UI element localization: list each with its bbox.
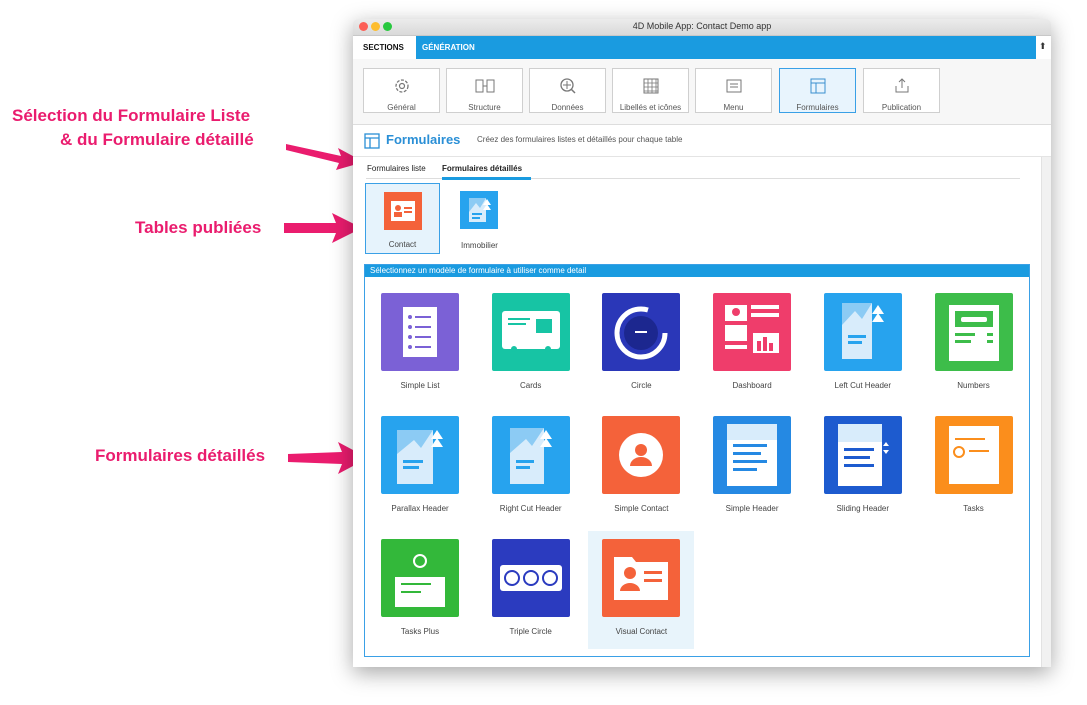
template-tile[interactable]: Dashboard <box>699 285 805 403</box>
toolbar-structure-label: Structure <box>468 103 501 112</box>
toolbar-publication-label: Publication <box>881 103 922 112</box>
title-bar: 4D Mobile App: Contact Demo app <box>353 19 1051 36</box>
template-label: Cards <box>520 381 542 390</box>
toolbar-labels-label: Libellés et icônes <box>619 103 682 112</box>
section-bar: SECTIONS GÉNÉRATION ⬆ <box>353 36 1051 59</box>
template-label: Circle <box>631 381 652 390</box>
template-tile[interactable]: Tasks <box>921 408 1027 526</box>
toolbar-forms-button[interactable]: Formulaires <box>779 68 856 113</box>
arrow-icon <box>284 213 362 243</box>
data-icon <box>559 78 576 94</box>
menu-icon <box>726 79 741 93</box>
tab-sections[interactable]: SECTIONS <box>356 36 411 59</box>
template-label: Tasks <box>963 504 984 513</box>
template-label: Parallax Header <box>391 504 449 513</box>
tab-generation-bar[interactable]: GÉNÉRATION <box>416 36 1036 59</box>
numbers-template-icon <box>934 293 1013 371</box>
toolbar-labels-button[interactable]: Libellés et icônes <box>612 68 689 113</box>
toolbar-menu-label: Menu <box>723 103 744 112</box>
gear-icon <box>394 79 409 93</box>
template-panel: Sélectionnez un modèle de formulaire à u… <box>364 264 1030 657</box>
tab-detail-forms[interactable]: Formulaires détaillés <box>442 164 522 173</box>
page-title: Formulaires <box>386 132 461 147</box>
annotation-forms: Formulaires détaillés <box>95 446 266 465</box>
template-tile[interactable]: Simple Contact <box>588 408 694 526</box>
toolbar-general-label: Général <box>387 103 416 112</box>
toolbar-publication-button[interactable]: Publication <box>863 68 940 113</box>
cards-template-icon <box>491 293 570 371</box>
toolbar-forms-label: Formulaires <box>796 103 839 112</box>
template-label: Dashboard <box>732 381 772 390</box>
toolbar-structure-button[interactable]: Structure <box>446 68 523 113</box>
simple-list-template-icon <box>381 293 459 371</box>
tab-list-forms[interactable]: Formulaires liste <box>367 164 426 173</box>
template-label: Simple List <box>400 381 440 390</box>
toolbar-general-button[interactable]: Général <box>363 68 440 113</box>
app-window: 4D Mobile App: Contact Demo app SECTIONS… <box>353 19 1051 667</box>
template-tile[interactable]: Cards <box>478 285 584 403</box>
template-label: Triple Circle <box>509 627 552 636</box>
template-label: Right Cut Header <box>499 504 562 513</box>
tab-selected-indicator <box>442 177 531 180</box>
table-immobilier[interactable]: Immobilier <box>442 183 517 254</box>
template-tile[interactable]: Sliding Header <box>810 408 916 526</box>
template-tile[interactable]: Parallax Header <box>367 408 473 526</box>
tasks-template-icon <box>934 416 1013 494</box>
template-label: Sliding Header <box>836 504 890 513</box>
forms-icon <box>810 78 825 94</box>
table-contact[interactable]: Contact <box>365 183 440 254</box>
template-tile[interactable]: Simple List <box>367 285 473 403</box>
table-contact-label: Contact <box>388 240 417 249</box>
window-title: 4D Mobile App: Contact Demo app <box>632 21 772 31</box>
template-tile[interactable]: Numbers <box>921 285 1027 403</box>
template-tile[interactable]: Triple Circle <box>478 531 584 649</box>
sliding-header-template-icon <box>823 416 902 494</box>
template-label: Numbers <box>957 381 990 390</box>
toolbar-data-label: Données <box>551 103 584 112</box>
structure-icon <box>475 79 494 93</box>
export-icon[interactable]: ⬆ <box>1039 41 1047 52</box>
tasks-plus-template-icon <box>381 539 459 617</box>
parallax-header-template-icon <box>381 416 459 494</box>
template-label: Visual Contact <box>615 627 668 636</box>
template-label: Tasks Plus <box>400 627 440 636</box>
template-tile[interactable]: Left Cut Header <box>810 285 916 403</box>
template-label: Simple Header <box>725 504 779 513</box>
toolbar-data-button[interactable]: Données <box>529 68 606 113</box>
publish-icon <box>895 78 908 93</box>
labels-icon <box>643 78 658 94</box>
table-immobilier-label: Immobilier <box>461 241 498 250</box>
toolbar-menu-button[interactable]: Menu <box>695 68 772 113</box>
annotation-tables: Tables publiées <box>135 218 262 237</box>
forms-header: Formulaires Créez des formulaires listes… <box>353 125 1051 157</box>
forms-icon <box>364 133 380 149</box>
tab-generation[interactable]: GÉNÉRATION <box>422 36 475 59</box>
simple-header-template-icon <box>713 416 792 494</box>
dashboard-template-icon <box>713 293 792 371</box>
template-tile[interactable]: Tasks Plus <box>367 531 473 649</box>
right-cut-header-template-icon <box>491 416 570 494</box>
immobilier-table-icon <box>460 191 498 229</box>
template-label: Left Cut Header <box>834 381 892 390</box>
section-toolbar: Général Structure Données Libellés et ic… <box>353 59 1051 125</box>
template-label: Simple Contact <box>614 504 669 513</box>
template-tile[interactable]: Right Cut Header <box>478 408 584 526</box>
triple-circle-template-icon <box>491 539 570 617</box>
visual-contact-template-icon <box>602 539 681 617</box>
annotation-selection-line1: Sélection du Formulaire Liste <box>12 106 251 125</box>
circle-template-icon <box>602 293 681 371</box>
template-tile[interactable]: Simple Header <box>699 408 805 526</box>
page-description: Créez des formulaires listes et détaillé… <box>477 135 683 144</box>
template-tile[interactable]: Visual Contact <box>588 531 695 649</box>
scrollbar[interactable] <box>1041 157 1051 667</box>
annotation-selection-line2: & du Formulaire détaillé <box>60 130 254 149</box>
template-panel-header: Sélectionnez un modèle de formulaire à u… <box>365 265 1029 277</box>
left-cut-header-template-icon <box>823 293 902 371</box>
contact-table-icon <box>384 192 422 230</box>
template-tile[interactable]: Circle <box>588 285 694 403</box>
simple-contact-template-icon <box>602 416 681 494</box>
